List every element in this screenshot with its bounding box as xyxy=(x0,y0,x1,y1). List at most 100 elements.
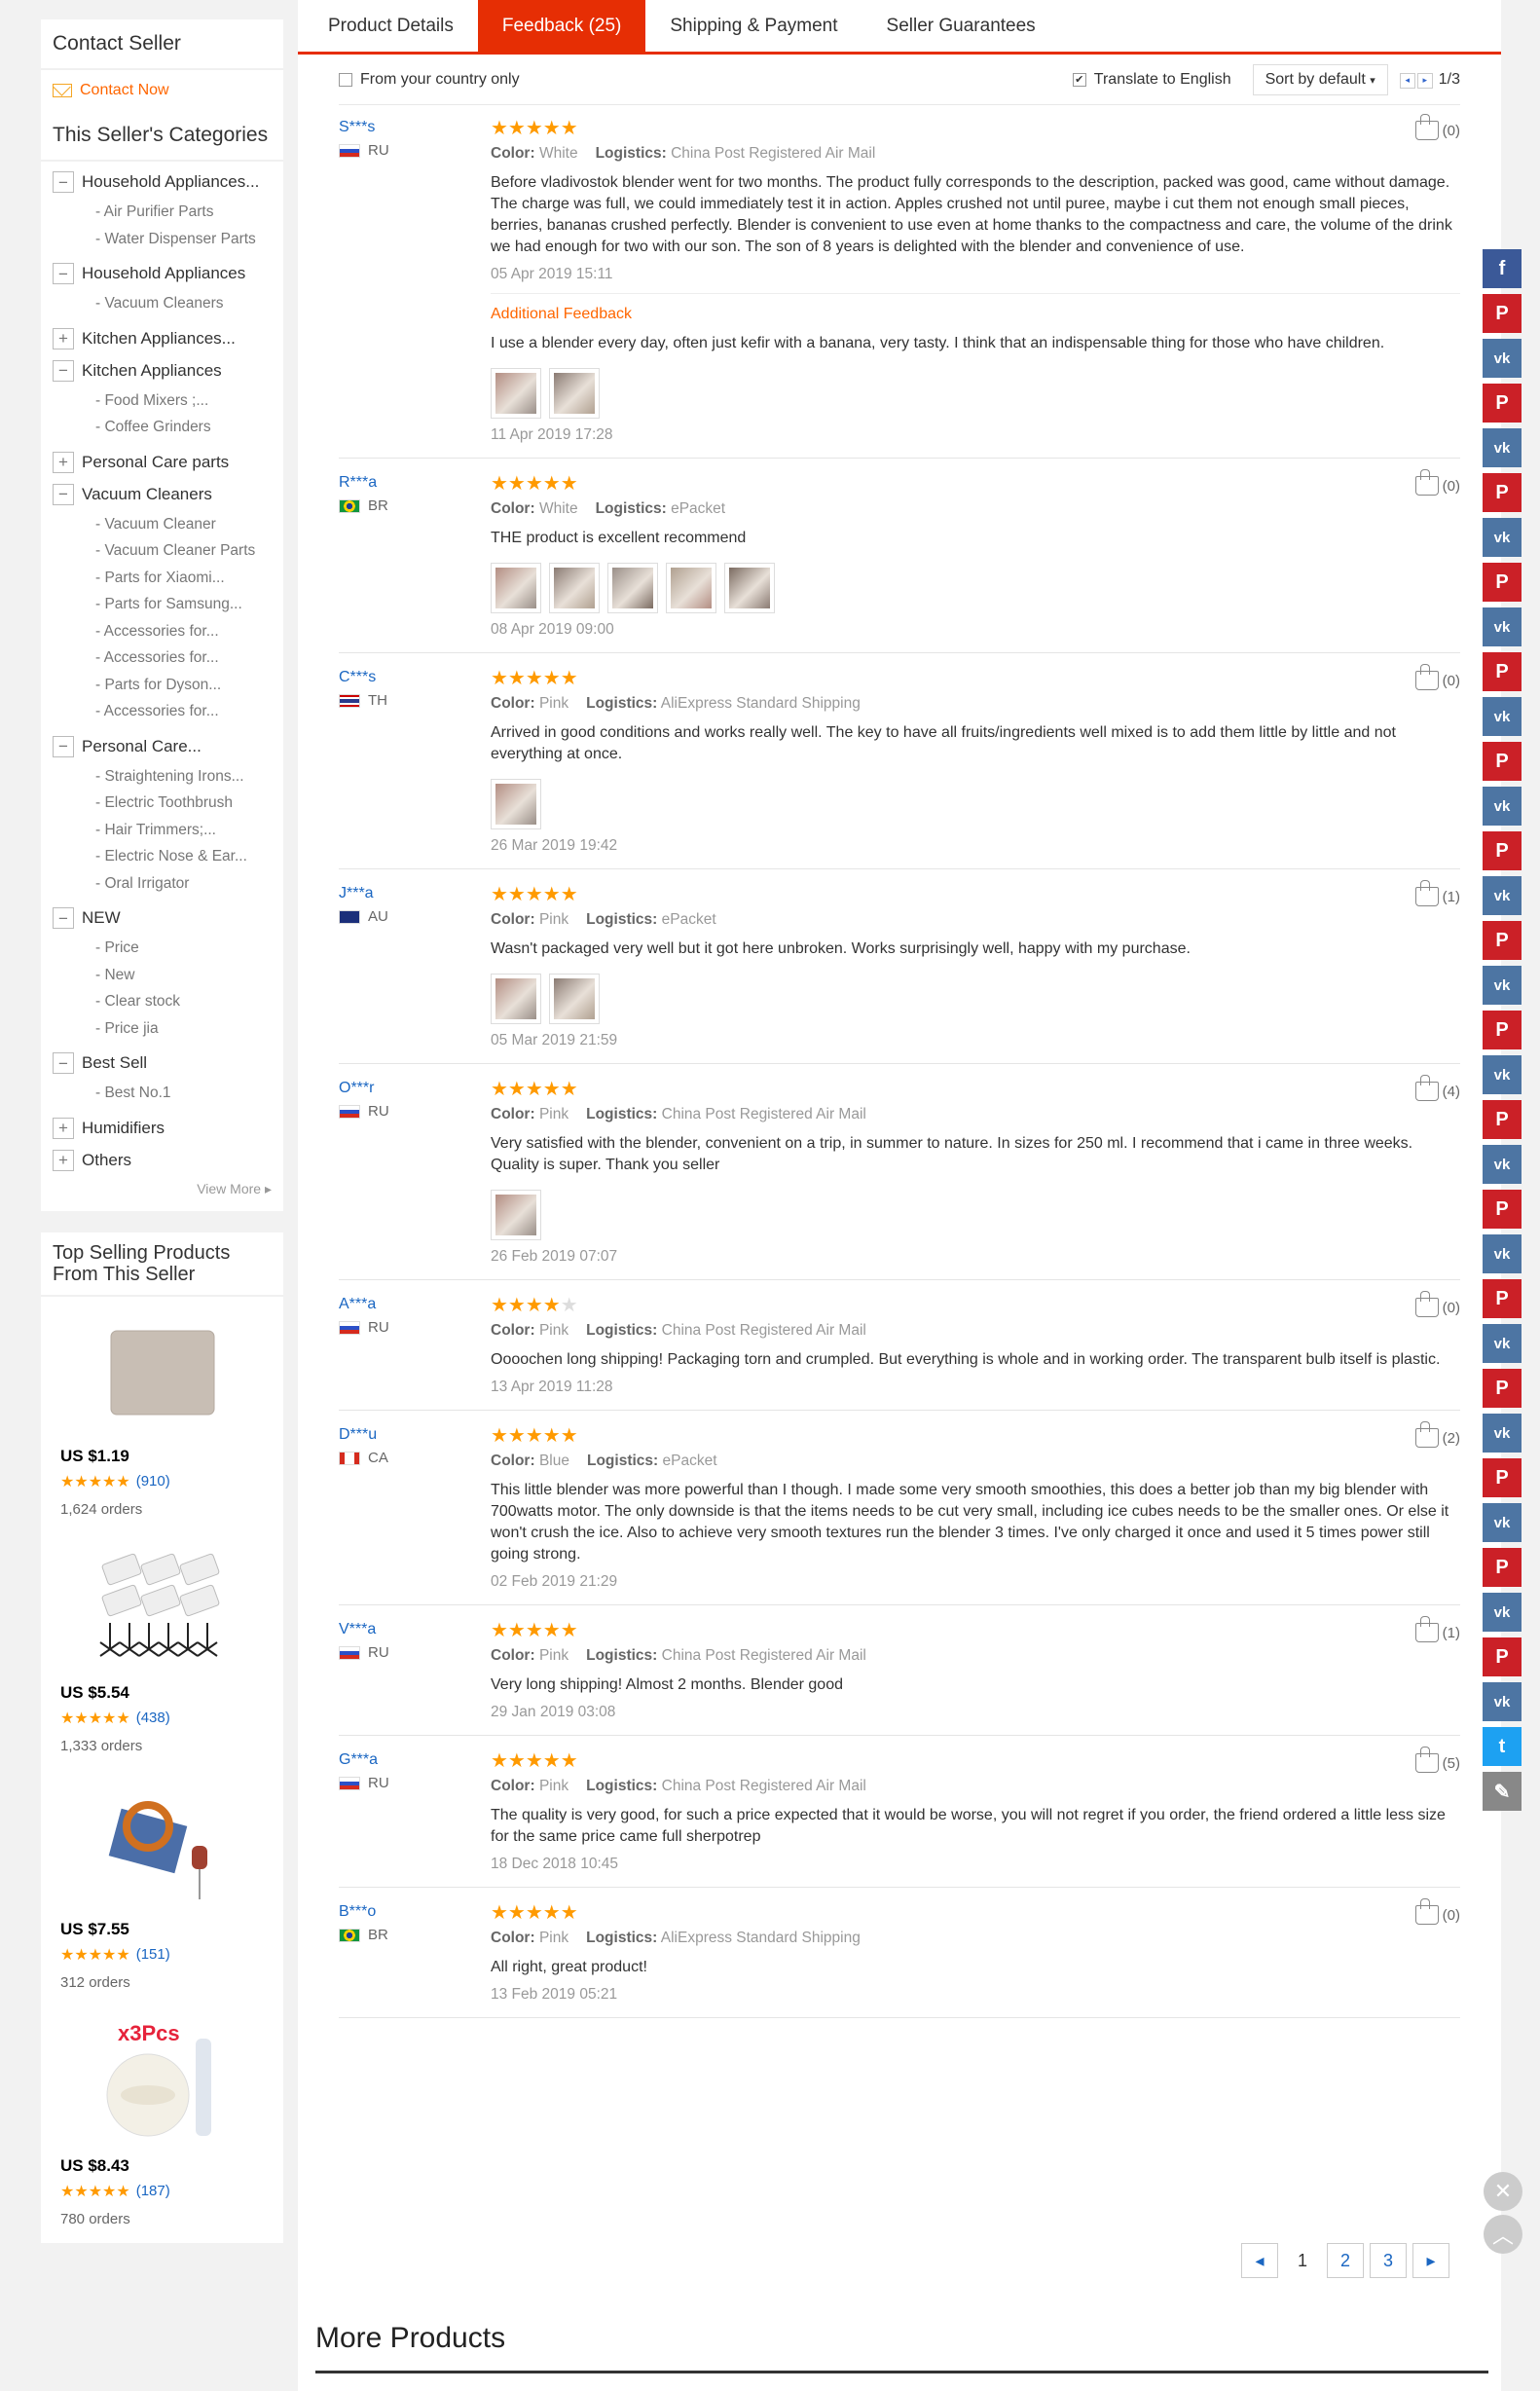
expand-toggle-icon[interactable]: − xyxy=(53,171,74,193)
top-selling-product[interactable]: US $5.54 ★★★★★ (438) 1,333 orders xyxy=(41,1533,283,1770)
thumbs-up-icon[interactable] xyxy=(1414,1616,1439,1642)
expand-toggle-icon[interactable]: − xyxy=(53,483,74,505)
rating-count[interactable]: (151) xyxy=(136,1946,170,1963)
page-button[interactable]: 2 xyxy=(1327,2243,1364,2278)
helpful-button[interactable]: (0) xyxy=(1414,664,1460,690)
edit-icon[interactable]: ✎ xyxy=(1483,1772,1522,1811)
review-photo[interactable] xyxy=(491,1190,541,1240)
subcategory-link[interactable]: - Water Dispenser Parts xyxy=(53,226,272,253)
vk-icon[interactable]: vk xyxy=(1483,697,1522,736)
page-button[interactable]: 1 xyxy=(1284,2243,1321,2278)
rating-count[interactable]: (438) xyxy=(136,1710,170,1726)
vk-icon[interactable]: vk xyxy=(1483,607,1522,646)
pinterest-icon[interactable]: P xyxy=(1483,1279,1522,1318)
subcategory-link[interactable]: - Vacuum Cleaner xyxy=(53,511,272,538)
view-more-link[interactable]: View More ▸ xyxy=(53,1181,272,1197)
expand-toggle-icon[interactable]: − xyxy=(53,1052,74,1074)
prev-page-button[interactable]: ◂ xyxy=(1241,2243,1278,2278)
next-page-button[interactable]: ▸ xyxy=(1412,2243,1449,2278)
translate-checkbox[interactable]: ✔ xyxy=(1072,72,1086,87)
expand-toggle-icon[interactable]: − xyxy=(53,359,74,382)
subcategory-link[interactable]: - Oral Irrigator xyxy=(53,870,272,898)
expand-toggle-icon[interactable]: + xyxy=(53,1117,74,1139)
helpful-button[interactable]: (4) xyxy=(1414,1075,1460,1101)
sort-select[interactable]: Sort by default ▾ xyxy=(1252,63,1388,95)
expand-toggle-icon[interactable]: + xyxy=(53,451,74,473)
subcategory-link[interactable]: - Parts for Xiaomi... xyxy=(53,565,272,592)
tab-feedback[interactable]: Feedback (25) xyxy=(477,0,646,52)
scroll-top-icon[interactable]: ︿ xyxy=(1484,2215,1522,2254)
product-thumbnail[interactable] xyxy=(94,1551,231,1668)
vk-icon[interactable]: vk xyxy=(1483,1503,1522,1542)
pinterest-icon[interactable]: P xyxy=(1483,1548,1522,1587)
product-thumbnail[interactable] xyxy=(94,1314,231,1431)
subcategory-link[interactable]: - Accessories for... xyxy=(53,644,272,672)
category-item[interactable]: + Others xyxy=(53,1149,272,1171)
category-item[interactable]: − Household Appliances xyxy=(53,263,272,284)
pinterest-icon[interactable]: P xyxy=(1483,1458,1522,1497)
vk-icon[interactable]: vk xyxy=(1483,1682,1522,1721)
vk-icon[interactable]: vk xyxy=(1483,1145,1522,1184)
thumbs-up-icon[interactable] xyxy=(1414,664,1439,690)
product-thumbnail[interactable] xyxy=(94,1787,231,1904)
reviewer-name[interactable]: A***a xyxy=(339,1296,491,1313)
vk-icon[interactable]: vk xyxy=(1483,966,1522,1005)
subcategory-link[interactable]: - Clear stock xyxy=(53,988,272,1015)
vk-icon[interactable]: vk xyxy=(1483,1055,1522,1094)
category-item[interactable]: − Household Appliances... xyxy=(53,171,272,193)
top-selling-product[interactable]: x3Pcs US $8.43 ★★★★★ (187) 780 orders xyxy=(41,2006,283,2243)
thumbs-up-icon[interactable] xyxy=(1414,1421,1439,1448)
category-item[interactable]: − Kitchen Appliances xyxy=(53,359,272,382)
top-selling-product[interactable]: US $1.19 ★★★★★ (910) 1,624 orders xyxy=(41,1297,283,1533)
pinterest-icon[interactable]: P xyxy=(1483,1011,1522,1049)
helpful-button[interactable]: (1) xyxy=(1414,1616,1460,1642)
helpful-button[interactable]: (1) xyxy=(1414,880,1460,906)
reviewer-name[interactable]: S***s xyxy=(339,119,491,136)
country-only-checkbox[interactable] xyxy=(339,72,352,87)
vk-icon[interactable]: vk xyxy=(1483,428,1522,467)
top-selling-product[interactable]: US $7.55 ★★★★★ (151) 312 orders xyxy=(41,1770,283,2006)
reviewer-name[interactable]: D***u xyxy=(339,1426,491,1444)
review-photo[interactable] xyxy=(549,368,600,419)
subcategory-link[interactable]: - Price xyxy=(53,935,272,962)
page-button[interactable]: 3 xyxy=(1370,2243,1407,2278)
reviewer-name[interactable]: V***a xyxy=(339,1621,491,1638)
close-icon[interactable]: ✕ xyxy=(1484,2172,1522,2211)
category-item[interactable]: − Vacuum Cleaners xyxy=(53,483,272,505)
subcategory-link[interactable]: - Air Purifier Parts xyxy=(53,199,272,226)
subcategory-link[interactable]: - New xyxy=(53,962,272,989)
pinterest-icon[interactable]: P xyxy=(1483,1190,1522,1229)
subcategory-link[interactable]: - Food Mixers ;... xyxy=(53,387,272,415)
twitter-icon[interactable]: t xyxy=(1483,1727,1522,1766)
review-photo[interactable] xyxy=(666,563,716,613)
expand-toggle-icon[interactable]: + xyxy=(53,327,74,349)
pinterest-icon[interactable]: P xyxy=(1483,831,1522,870)
helpful-button[interactable]: (0) xyxy=(1414,1291,1460,1317)
contact-now-link[interactable]: Contact Now xyxy=(41,70,283,111)
reviewer-name[interactable]: O***r xyxy=(339,1080,491,1097)
prev-page-icon[interactable]: ◂ xyxy=(1399,72,1415,89)
subcategory-link[interactable]: - Best No.1 xyxy=(53,1080,272,1107)
vk-icon[interactable]: vk xyxy=(1483,518,1522,557)
pinterest-icon[interactable]: P xyxy=(1483,652,1522,691)
reviewer-name[interactable]: C***s xyxy=(339,669,491,686)
facebook-icon[interactable]: f xyxy=(1483,249,1522,288)
pinterest-icon[interactable]: P xyxy=(1483,742,1522,781)
subcategory-link[interactable]: - Parts for Samsung... xyxy=(53,591,272,618)
category-item[interactable]: + Kitchen Appliances... xyxy=(53,327,272,349)
review-photo[interactable] xyxy=(491,563,541,613)
vk-icon[interactable]: vk xyxy=(1483,1324,1522,1363)
next-page-icon[interactable]: ▸ xyxy=(1416,72,1433,89)
pinterest-icon[interactable]: P xyxy=(1483,473,1522,512)
subcategory-link[interactable]: - Hair Trimmers;... xyxy=(53,817,272,844)
reviewer-name[interactable]: R***a xyxy=(339,474,491,492)
vk-icon[interactable]: vk xyxy=(1483,787,1522,826)
pinterest-icon[interactable]: P xyxy=(1483,294,1522,333)
review-photo[interactable] xyxy=(549,563,600,613)
pinterest-icon[interactable]: P xyxy=(1483,1100,1522,1139)
category-item[interactable]: − Personal Care... xyxy=(53,735,272,757)
review-photo[interactable] xyxy=(491,974,541,1024)
review-photo[interactable] xyxy=(724,563,775,613)
subcategory-link[interactable]: - Electric Nose & Ear... xyxy=(53,843,272,870)
subcategory-link[interactable]: - Vacuum Cleaner Parts xyxy=(53,537,272,565)
